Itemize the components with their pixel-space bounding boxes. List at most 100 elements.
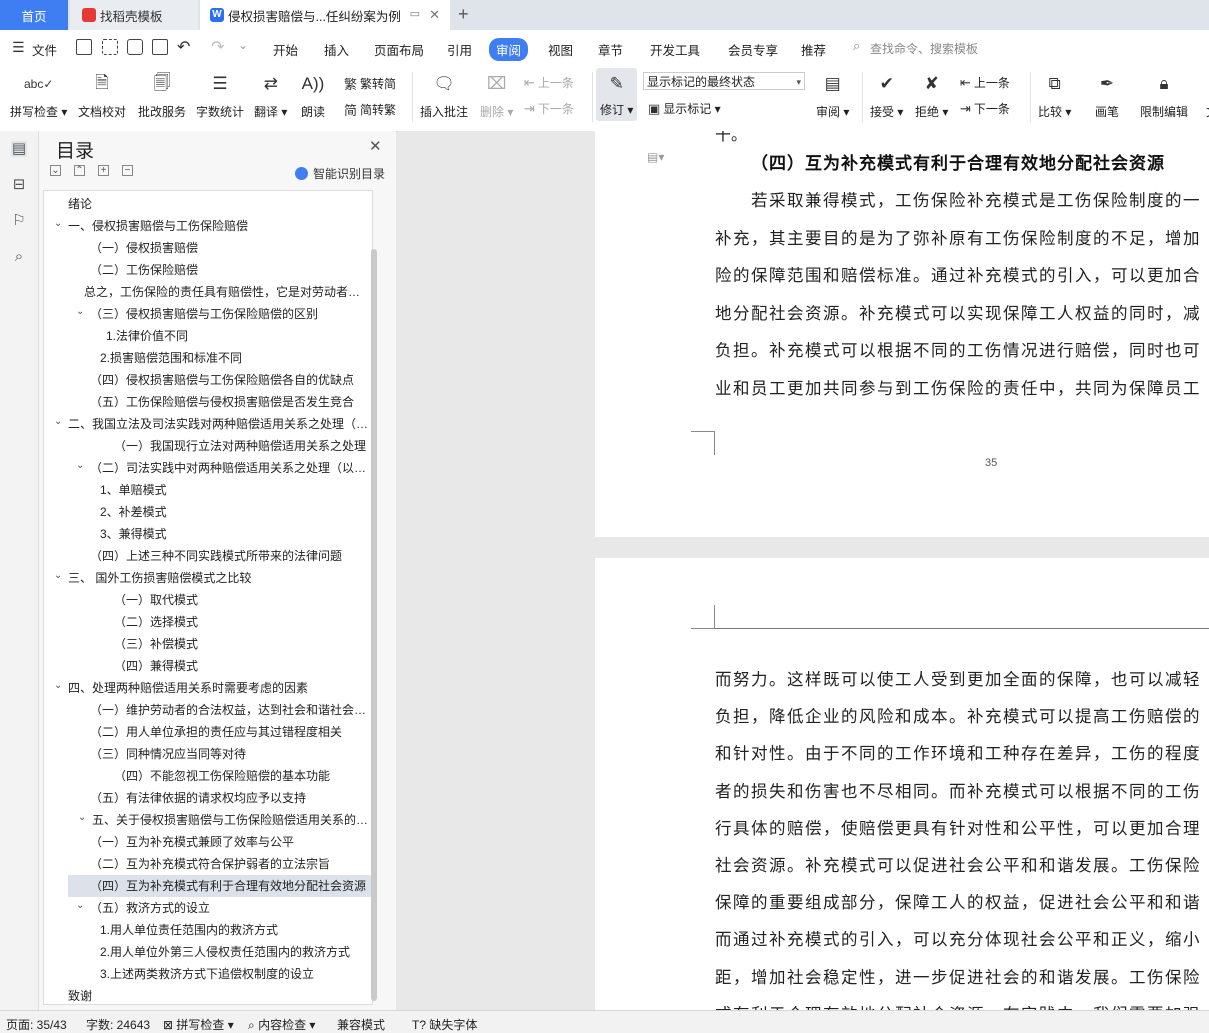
smart-toc-button[interactable]: 智能识别目录 <box>295 165 385 182</box>
status-spellcheck[interactable]: ⊠ 拼写检查 ▾ <box>163 1016 234 1033</box>
menu-insert[interactable]: 插入 <box>324 40 349 59</box>
redo-icon[interactable]: ↷ <box>211 37 224 57</box>
chapter-icon[interactable]: ⊟ <box>11 177 27 193</box>
missing-font[interactable]: T? 缺失字体 <box>412 1016 477 1033</box>
collapse-all-icon[interactable]: ⌄ <box>50 165 61 176</box>
toc-item[interactable]: 1、单赔模式 <box>44 479 372 501</box>
new-tab-icon[interactable]: + <box>458 4 469 25</box>
expand-up-icon[interactable]: ⌃ <box>74 165 85 176</box>
toc-item[interactable]: （一）我国现行立法对两种赔偿适用关系之处理 <box>44 435 372 457</box>
toc-item[interactable]: 3.上述两类救济方式下追偿权制度的设立 <box>44 963 372 985</box>
delete-comment-button[interactable]: ⌧ 删除 ▾ <box>480 72 513 120</box>
toc-item[interactable]: 五、关于侵权损害赔偿与工伤保险赔偿适用关系的建议 <box>44 809 372 831</box>
translate-button[interactable]: ⇄ 翻译 ▾ <box>254 72 287 120</box>
chevron-down-icon[interactable]: ⌄ <box>76 306 86 317</box>
revise-button[interactable]: ✎ 修订 ▾ <box>596 68 638 121</box>
toc-item[interactable]: 3、兼得模式 <box>44 523 372 545</box>
accept-button[interactable]: ✔ 接受 ▾ <box>870 72 903 120</box>
toc-item[interactable]: 总之，工伤保险的责任具有赔偿性，它是对劳动者因工作原因而遭受的伤害所给予的补偿 <box>44 281 372 303</box>
close-icon[interactable]: ✕ <box>369 137 382 155</box>
hamburger-icon[interactable]: ☰ <box>12 39 25 56</box>
toc-item[interactable]: 三、 国外工伤损害赔偿模式之比较 <box>44 567 372 589</box>
paragraph-menu-icon[interactable]: ▤▾ <box>647 150 664 164</box>
add-heading-icon[interactable]: + <box>98 165 109 176</box>
status-content-check[interactable]: ⌕ 内容检查 ▾ <box>248 1016 315 1033</box>
prev-change-button[interactable]: ⇤ 上一条 <box>960 74 1010 91</box>
toc-scrollbar[interactable] <box>371 249 377 1001</box>
menu-member[interactable]: 会员专享 <box>728 40 778 59</box>
chevron-down-icon[interactable]: ⌄ <box>54 680 64 691</box>
prev-comment-button[interactable]: ⇤ 上一条 <box>524 74 574 91</box>
markup-state-select[interactable]: 显示标记的最终状态 ▾ <box>643 72 805 90</box>
toc-item[interactable]: 2.用人单位外第三人侵权责任范围内的救济方式 <box>44 941 372 963</box>
tab-template[interactable]: 找稻壳模板 <box>70 0 198 30</box>
show-markup-button[interactable]: ▣ 显示标记 ▾ <box>648 100 721 117</box>
menu-review[interactable]: 审阅 <box>489 38 529 61</box>
toc-item[interactable]: （四）互为补充模式有利于合理有效地分配社会资源 <box>68 875 372 897</box>
chevron-down-icon[interactable]: ⌄ <box>54 416 64 427</box>
toc-item[interactable]: （二）选择模式 <box>44 611 372 633</box>
toc-item[interactable]: （三）侵权损害赔偿与工伤保险赔偿的区别 <box>44 303 372 325</box>
tab-restore-icon[interactable]: ▭ <box>410 7 420 20</box>
toc-item[interactable]: （一）取代模式 <box>44 589 372 611</box>
toc-item[interactable]: （一）维护劳动者的合法权益，达到社会和谐社会稳定 <box>44 699 372 721</box>
chevron-down-icon[interactable]: ⌄ <box>54 570 64 581</box>
menu-section[interactable]: 章节 <box>598 40 623 59</box>
toc-item[interactable]: （四）兼得模式 <box>44 655 372 677</box>
toc-item[interactable]: 致谢 <box>44 985 372 1004</box>
toc-item[interactable]: 1.用人单位责任范围内的救济方式 <box>44 919 372 941</box>
compare-button[interactable]: ⧉ 比较 ▾ <box>1038 72 1071 120</box>
spellcheck-button[interactable]: abc✓ 拼写检查 ▾ <box>10 72 67 120</box>
toc-item[interactable]: 1.法律价值不同 <box>44 325 372 347</box>
toc-item[interactable]: （三）同种情况应当同等对待 <box>44 743 372 765</box>
toc-item[interactable]: （二）用人单位承担的责任应与其过错程度相关 <box>44 721 372 743</box>
word-count-button[interactable]: ☰ 字数统计 <box>196 72 244 120</box>
remove-heading-icon[interactable]: − <box>122 165 133 176</box>
toc-item[interactable]: （一）侵权损害赔偿 <box>44 237 372 259</box>
menu-page-layout[interactable]: 页面布局 <box>374 40 424 59</box>
save-icon[interactable] <box>76 39 92 55</box>
toc-item[interactable]: （四）侵权损害赔偿与工伤保险赔偿各自的优缺点 <box>44 369 372 391</box>
toc-item[interactable]: （四）不能忽视工伤保险赔偿的基本功能 <box>44 765 372 787</box>
menu-view[interactable]: 视图 <box>548 40 573 59</box>
undo-icon[interactable]: ↶ <box>177 37 190 57</box>
chevron-down-icon[interactable]: ⌄ <box>76 900 86 911</box>
toc-item[interactable]: （三）补偿模式 <box>44 633 372 655</box>
toc-item[interactable]: （二）司法实践中对两种赔偿适用关系之处理（以浙江省为例） <box>44 457 372 479</box>
menu-dev-tools[interactable]: 开发工具 <box>650 40 700 59</box>
reject-button[interactable]: ✘ 拒绝 ▾ <box>915 72 948 120</box>
toc-item[interactable]: 2、补差模式 <box>44 501 372 523</box>
read-aloud-button[interactable]: A)) 朗读 <box>300 72 326 120</box>
toc-item[interactable]: （五）工伤保险赔偿与侵权损害赔偿是否发生竞合 <box>44 391 372 413</box>
export-pdf-icon[interactable] <box>102 39 118 55</box>
page-indicator[interactable]: 页面: 35/43 <box>6 1016 67 1033</box>
pen-button[interactable]: ✒ 画笔 <box>1094 72 1120 120</box>
close-icon[interactable]: ✕ <box>429 7 440 23</box>
search-icon[interactable]: ⌕ <box>11 249 27 265</box>
toc-item[interactable]: （二）工伤保险赔偿 <box>44 259 372 281</box>
more-quick-icon[interactable]: ⌄ <box>238 38 248 52</box>
review-pane-button[interactable]: ▤ 审阅 ▾ <box>816 72 849 120</box>
restrict-edit-button[interactable]: 🔒︎ 限制编辑 <box>1140 72 1188 120</box>
menu-recommend[interactable]: 推荐 <box>801 40 826 59</box>
next-comment-button[interactable]: ⇥ 下一条 <box>524 100 574 117</box>
simp-to-trad-button[interactable]: 简简转繁 <box>344 100 396 119</box>
toc-item[interactable]: （四）上述三种不同实践模式所带来的法律问题 <box>44 545 372 567</box>
chevron-down-icon[interactable]: ⌄ <box>78 812 88 823</box>
batch-service-button[interactable]: 🗐 批改服务 <box>138 72 186 120</box>
toc-item[interactable]: （一）互为补充模式兼顾了效率与公平 <box>44 831 372 853</box>
toc-item[interactable]: 一、侵权损害赔偿与工伤保险赔偿 <box>44 215 372 237</box>
word-count[interactable]: 字数: 24643 <box>86 1016 150 1033</box>
command-search-input[interactable]: 查找命令、搜索模板 <box>870 40 978 57</box>
doc-proof-button[interactable]: 🗎 文档校对 <box>78 72 126 120</box>
print-preview-icon[interactable] <box>152 39 168 55</box>
toc-item[interactable]: 2.损害赔偿范围和标准不同 <box>44 347 372 369</box>
tab-document[interactable]: W 侵权损害赔偿与...任纠纷案为例 ▭ ✕ <box>200 0 450 30</box>
tab-home[interactable]: 首页 <box>0 0 68 30</box>
print-icon[interactable] <box>127 39 143 55</box>
menu-file[interactable]: 文件 <box>32 40 57 59</box>
toc-item[interactable]: （五）有法律依据的请求权均应予以支持 <box>44 787 372 809</box>
toc-item[interactable]: 绪论 <box>44 193 372 215</box>
toc-icon[interactable]: ▤ <box>11 141 27 157</box>
chevron-down-icon[interactable]: ⌄ <box>76 460 86 471</box>
